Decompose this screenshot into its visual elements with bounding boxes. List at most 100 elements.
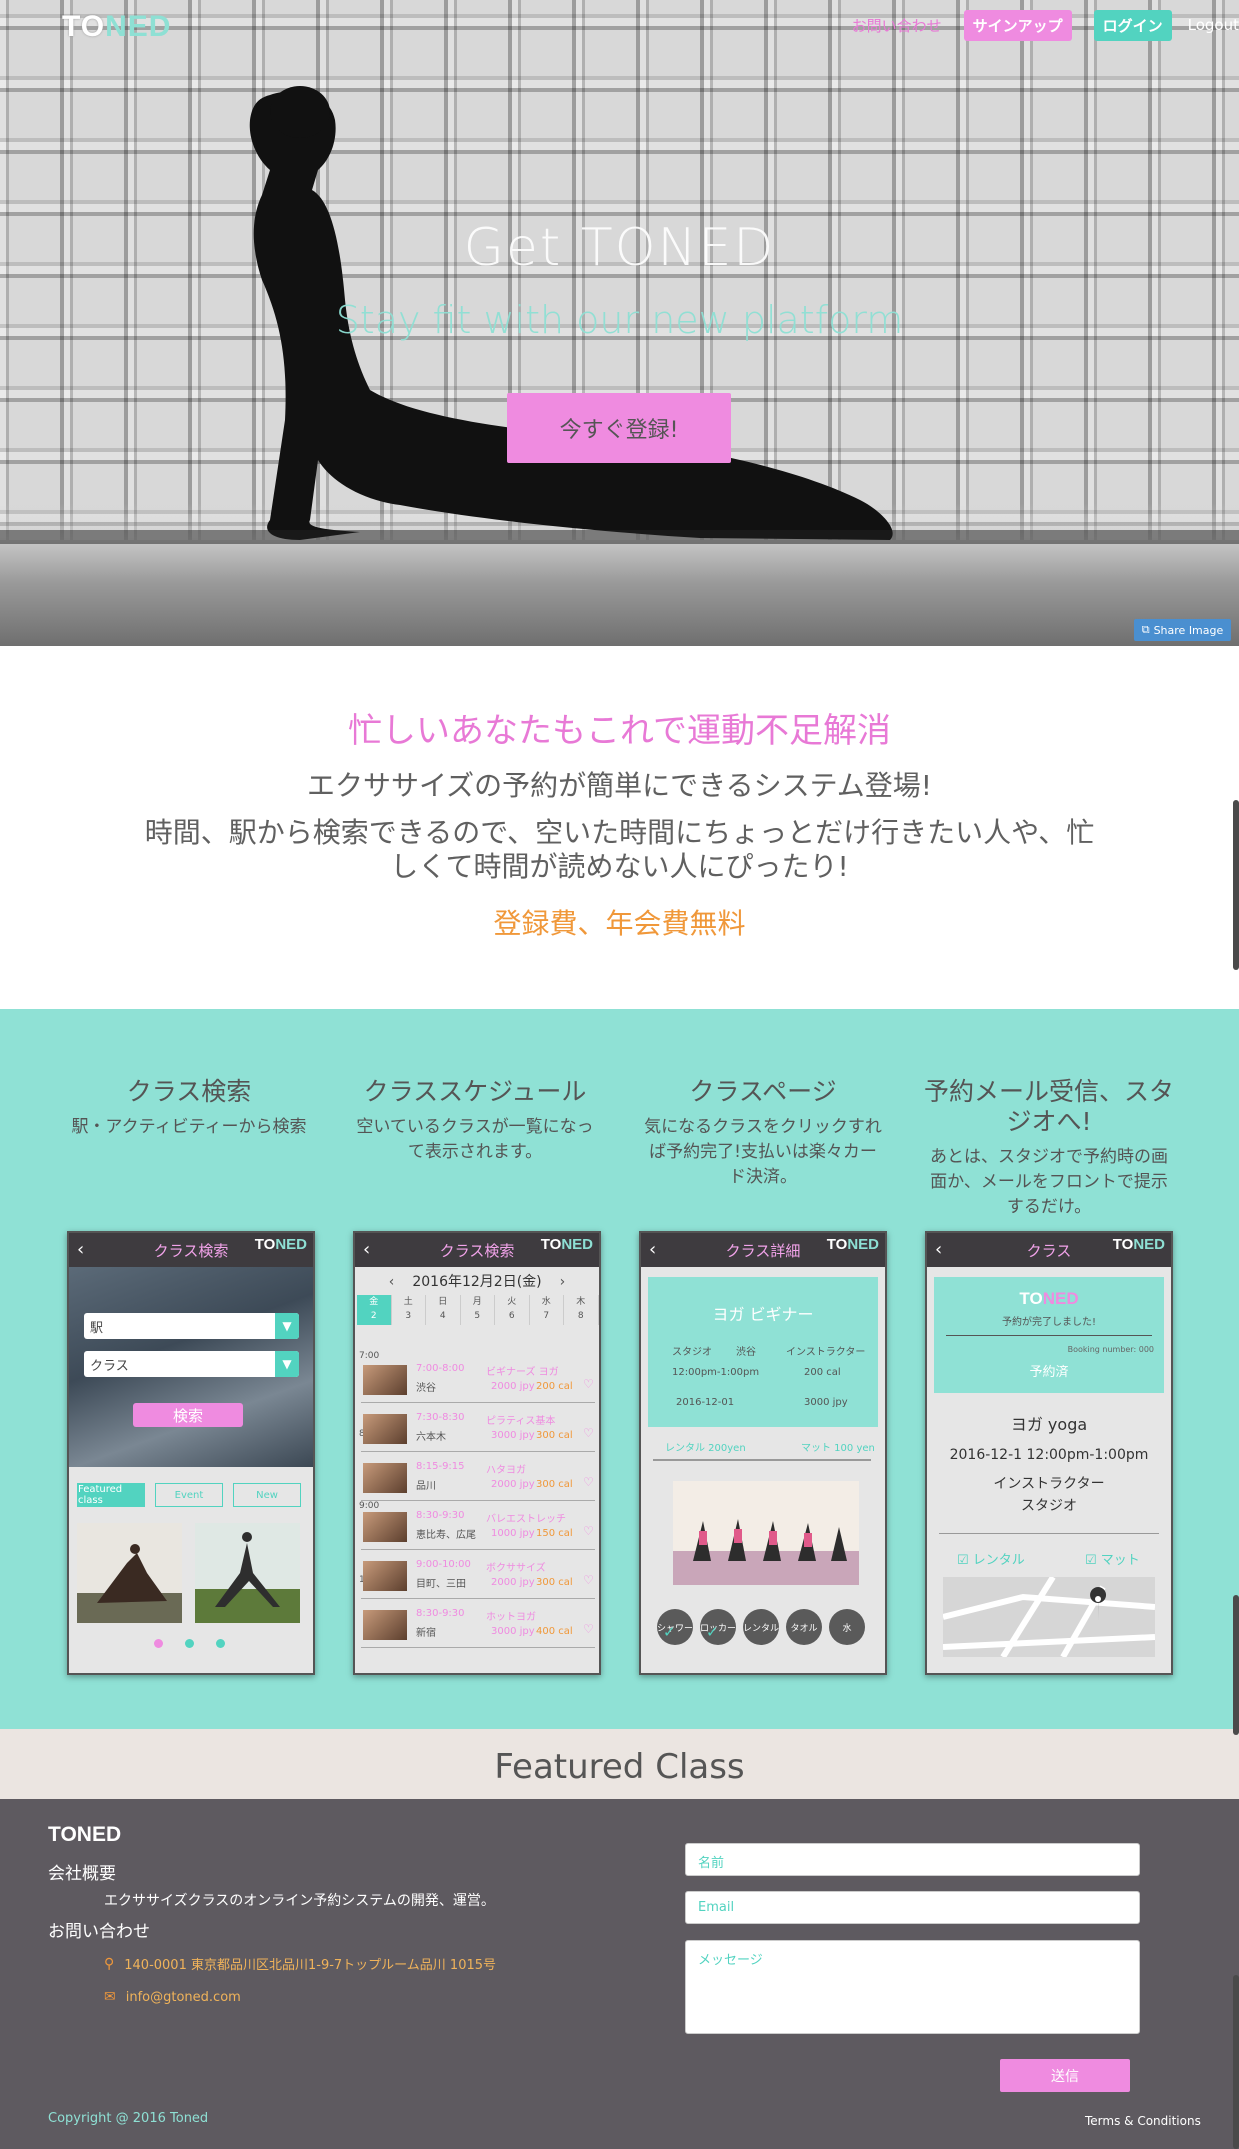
back-arrow-icon[interactable]: ‹ xyxy=(363,1239,370,1260)
weekday-date: 7 xyxy=(543,1311,550,1321)
mat-checkbox[interactable]: ☑ マット xyxy=(1085,1549,1140,1568)
class-name: ボクササイズ xyxy=(486,1563,546,1574)
back-arrow-icon[interactable]: ‹ xyxy=(77,1239,84,1260)
class-name: バレエストレッチ xyxy=(486,1514,566,1525)
hero-subtitle: Stay fit with our new platform xyxy=(335,298,904,342)
studio-label: スタジオ xyxy=(672,1347,712,1358)
class-thumbnail xyxy=(363,1561,407,1591)
next-day-icon[interactable]: › xyxy=(560,1274,566,1290)
carousel-dot[interactable] xyxy=(216,1639,225,1648)
schedule-row[interactable]: 7:30-8:30 ピラティス基本 六本木 3000 jpy 300 cal ♡ xyxy=(361,1406,595,1452)
studio-map[interactable] xyxy=(943,1577,1155,1657)
weekday-tab[interactable]: 金2 xyxy=(357,1295,392,1325)
register-now-button[interactable]: 今すぐ登録! xyxy=(507,393,731,463)
location-pin-icon: ⚲ xyxy=(104,1955,115,1972)
divider xyxy=(653,1459,871,1461)
heart-icon[interactable]: ♡ xyxy=(583,1573,594,1587)
scrollbar-thumb-2[interactable] xyxy=(1233,1595,1239,1735)
heart-icon[interactable]: ♡ xyxy=(583,1377,594,1391)
booking-number: Booking number: 000 xyxy=(1067,1345,1154,1354)
class-time: 7:30-8:30 xyxy=(416,1412,465,1423)
hero-title: Get TONED xyxy=(463,218,776,278)
class-thumbnail xyxy=(363,1610,407,1640)
class-date: 2016-12-01 xyxy=(676,1397,735,1408)
station-select[interactable]: 駅 ▼ xyxy=(84,1313,299,1339)
share-image-button[interactable]: ⧉ Share Image xyxy=(1134,619,1231,641)
heart-icon[interactable]: ♡ xyxy=(583,1426,594,1440)
tab-event[interactable]: Event xyxy=(155,1483,223,1507)
weekday-tab[interactable]: 木8 xyxy=(564,1295,599,1325)
option-label: タオル xyxy=(790,1623,818,1634)
footer-address-text: 140-0001 東京都品川区北品川1-9-7トップルーム品川 1015号 xyxy=(124,1958,497,1973)
studio-value: 渋谷 xyxy=(736,1347,756,1358)
scrollbar-thumb-1[interactable] xyxy=(1233,800,1239,970)
class-calories: 300 cal xyxy=(536,1577,573,1588)
contact-email-field[interactable]: Email xyxy=(685,1891,1140,1924)
nav-contact-link[interactable]: お問い合わせ xyxy=(852,15,942,36)
tab-featured-class[interactable]: Featured class xyxy=(77,1483,145,1507)
contact-message-field[interactable]: メッセージ xyxy=(685,1940,1140,2034)
option-locker[interactable]: ロッカー ✓ xyxy=(700,1609,736,1645)
weekday-name: 火 xyxy=(507,1297,517,1307)
footer-contact-heading: お問い合わせ xyxy=(48,1922,150,1942)
signup-button[interactable]: サインアップ xyxy=(963,9,1072,41)
option-towel[interactable]: タオル xyxy=(786,1609,822,1645)
phone-title: クラス詳細 xyxy=(725,1241,801,1260)
back-arrow-icon[interactable]: ‹ xyxy=(649,1239,656,1260)
footer-email-text[interactable]: info@gtoned.com xyxy=(126,1990,241,2005)
feature-desc: 気になるクラスをクリックすれば予約完了!支払いは楽々カード決済。 xyxy=(644,1117,882,1187)
footer-email[interactable]: ✉ info@gtoned.com xyxy=(104,1989,241,2005)
site-logo[interactable]: TONED xyxy=(62,10,171,44)
weekday-tab[interactable]: 土3 xyxy=(392,1295,426,1325)
option-water[interactable]: 水 xyxy=(829,1609,865,1645)
heart-icon[interactable]: ♡ xyxy=(583,1475,594,1489)
feature-desc: 空いているクラスが一覧になって表示されます。 xyxy=(356,1117,594,1162)
heart-icon[interactable]: ♡ xyxy=(583,1622,594,1636)
terms-link[interactable]: Terms & Conditions xyxy=(1085,2114,1201,2128)
weekday-tab[interactable]: 日4 xyxy=(426,1295,461,1325)
scrollbar-thumb-3[interactable] xyxy=(1233,1975,1239,2149)
weekday-date: 3 xyxy=(405,1311,412,1321)
class-calories: 300 cal xyxy=(536,1430,573,1441)
class-price: 2000 jpy xyxy=(491,1381,535,1392)
feature-search: クラス検索 駅・アクティビティーから検索 xyxy=(60,1009,318,1140)
card-logo: TONED xyxy=(1019,1289,1079,1308)
class-select[interactable]: クラス ▼ xyxy=(84,1351,299,1377)
class-location: 品川 xyxy=(416,1481,436,1492)
class-calories: 400 cal xyxy=(536,1626,573,1637)
tab-new[interactable]: New xyxy=(233,1483,301,1507)
schedule-row[interactable]: 7:00-8:00 ビギナーズ ヨガ 渋谷 2000 jpy 200 cal ♡ xyxy=(361,1357,595,1403)
schedule-row[interactable]: 8:30-9:30 ホットヨガ 新宿 3000 jpy 400 cal ♡ xyxy=(361,1602,595,1648)
phone-title: クラス xyxy=(1026,1241,1072,1260)
prev-day-icon[interactable]: ‹ xyxy=(389,1274,395,1290)
divider xyxy=(946,1335,1152,1336)
schedule-row[interactable]: 8:15-9:15 ハタヨガ 品川 2000 jpy 300 cal ♡ xyxy=(361,1455,595,1501)
carousel-dot[interactable] xyxy=(185,1639,194,1648)
phone-logo: TONED xyxy=(1112,1236,1165,1253)
weekday-date: 6 xyxy=(508,1311,515,1321)
weekday-tab[interactable]: 月5 xyxy=(461,1295,495,1325)
weekday-date: 2 xyxy=(370,1311,377,1321)
weekday-tab[interactable]: 火6 xyxy=(495,1295,530,1325)
contact-name-field[interactable]: 名前 xyxy=(685,1843,1140,1876)
phone-search-button[interactable]: 検索 xyxy=(133,1403,243,1427)
schedule-row[interactable]: 8:30-9:30 バレエストレッチ 恵比寿、広尾 1000 jpy 150 cal ♡ xyxy=(361,1504,595,1550)
intro-headline: 忙しいあなたもこれで運動不足解消 xyxy=(348,711,891,751)
rental-checkbox[interactable]: ☑ レンタル xyxy=(957,1549,1025,1568)
class-price: 3000 jpy xyxy=(804,1397,848,1408)
option-rental[interactable]: レンタル xyxy=(743,1609,779,1645)
class-location: 六本木 xyxy=(416,1432,446,1443)
back-arrow-icon[interactable]: ‹ xyxy=(935,1239,942,1260)
schedule-row[interactable]: 9:00-10:00 ボクササイズ 目町、三田 2000 jpy 300 cal ♡ xyxy=(361,1553,595,1599)
weekday-tab[interactable]: 水7 xyxy=(530,1295,564,1325)
chevron-down-icon: ▼ xyxy=(275,1313,299,1339)
option-shower[interactable]: シャワー ✓ xyxy=(657,1609,693,1645)
login-button[interactable]: ログイン xyxy=(1093,9,1172,41)
heart-icon[interactable]: ♡ xyxy=(583,1524,594,1538)
class-name: ヨガ ビギナー xyxy=(712,1305,814,1324)
logout-link[interactable]: Logout xyxy=(1188,16,1239,34)
feature-schedule: クラススケジュール 空いているクラスが一覧になって表示されます。 xyxy=(346,1009,604,1165)
mat-price: マット 100 yen xyxy=(801,1443,875,1454)
carousel-dot[interactable] xyxy=(154,1639,163,1648)
contact-send-button[interactable]: 送信 xyxy=(1000,2059,1130,2092)
